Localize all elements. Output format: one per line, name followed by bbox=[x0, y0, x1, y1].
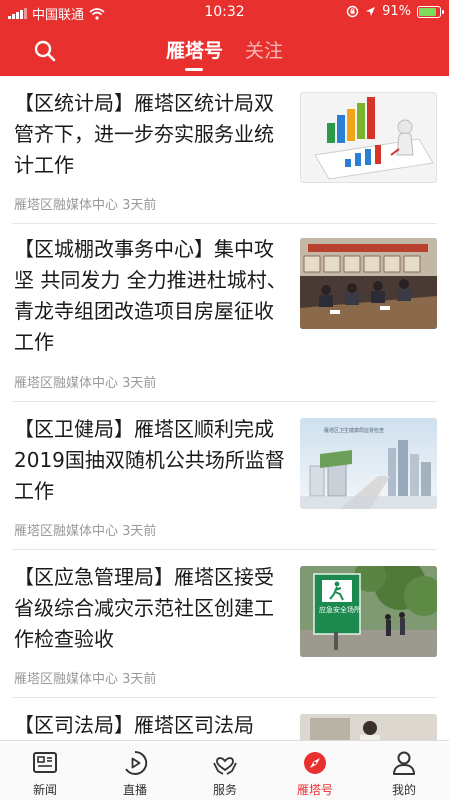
news-meta: 雁塔区融媒体中心 3天前 bbox=[14, 372, 156, 391]
news-source: 雁塔区融媒体中心 bbox=[14, 524, 119, 539]
emergency-shelter-sign-image[interactable]: 应急安全场所 bbox=[300, 566, 437, 657]
battery-percent: 91% bbox=[382, 4, 411, 19]
newspaper-icon bbox=[33, 752, 57, 773]
tabbar-label: 新闻 bbox=[32, 783, 57, 797]
news-feed: 【区统计局】雁塔区统计局双管齐下，进一步夯实服务业统计工作 雁塔区融媒体中心 3… bbox=[0, 76, 449, 740]
tabbar-item-live[interactable]: 直播 bbox=[90, 741, 180, 800]
tabbar-label: 直播 bbox=[122, 783, 147, 797]
news-time: 3天前 bbox=[122, 198, 157, 213]
news-title[interactable]: 【区统计局】雁塔区统计局双管齐下，进一步夯实服务业统计工作 bbox=[14, 88, 292, 181]
person-icon bbox=[393, 751, 415, 775]
news-title[interactable]: 【区卫健局】雁塔区顺利完成 2019国抽双随机公共场所监督工作 bbox=[14, 414, 292, 507]
tabbar-item-mine[interactable]: 我的 bbox=[359, 741, 449, 800]
news-title[interactable]: 【区司法局】雁塔区司法局 bbox=[14, 710, 292, 740]
news-meta: 雁塔区融媒体中心 3天前 bbox=[14, 668, 156, 687]
news-meta: 雁塔区融媒体中心 3天前 bbox=[14, 520, 156, 539]
news-time: 3天前 bbox=[122, 672, 157, 687]
news-meta: 雁塔区融媒体中心 3天前 bbox=[14, 194, 156, 213]
tab-follow[interactable]: 关注 bbox=[245, 36, 283, 71]
tabbar-label: 我的 bbox=[391, 783, 416, 797]
news-item[interactable]: 【区城棚改事务中心】集中攻坚 共同发力 全力推进杜城村、青龙寺组团改造项目房屋征… bbox=[0, 224, 449, 402]
app-header: 中国联通 10:32 91% 雁塔号 关注 bbox=[0, 0, 449, 76]
status-bar: 中国联通 10:32 91% bbox=[0, 0, 449, 26]
tabbar-item-service[interactable]: 服务 bbox=[180, 741, 270, 800]
news-time: 3天前 bbox=[122, 524, 157, 539]
tabbar-label: 雁塔号 bbox=[296, 783, 333, 797]
tabbar-label: 服务 bbox=[212, 783, 237, 797]
news-title[interactable]: 【区应急管理局】雁塔区接受省级综合减灾示范社区创建工作检查验收 bbox=[14, 562, 292, 655]
news-title[interactable]: 【区城棚改事务中心】集中攻坚 共同发力 全力推进杜城村、青龙寺组团改造项目房屋征… bbox=[14, 234, 292, 358]
play-circle-icon bbox=[125, 750, 148, 775]
news-item[interactable]: 【区卫健局】雁塔区顺利完成 2019国抽双随机公共场所监督工作 雁塔区融媒体中心… bbox=[0, 402, 449, 550]
meeting-room-image[interactable] bbox=[300, 238, 437, 329]
news-item[interactable]: 【区应急管理局】雁塔区接受省级综合减灾示范社区创建工作检查验收 雁塔区融媒体中心… bbox=[0, 550, 449, 698]
news-item[interactable]: 【区司法局】雁塔区司法局 bbox=[0, 698, 449, 740]
news-item[interactable]: 【区统计局】雁塔区统计局双管齐下，进一步夯实服务业统计工作 雁塔区融媒体中心 3… bbox=[0, 76, 449, 224]
shelter-sign-text: 应急安全场所 bbox=[319, 605, 361, 614]
bottom-tab-bar: 新闻 直播 服务 雁塔号 我的 bbox=[0, 740, 449, 800]
location-arrow-icon bbox=[366, 7, 376, 16]
office-image[interactable] bbox=[300, 714, 437, 740]
battery-icon bbox=[417, 5, 444, 18]
news-time: 3天前 bbox=[122, 376, 157, 391]
city-buildings-image[interactable]: 雁塔区卫生健康局监督检查 bbox=[300, 418, 437, 509]
news-source: 雁塔区融媒体中心 bbox=[14, 198, 119, 213]
tabbar-item-news[interactable]: 新闻 bbox=[0, 741, 90, 800]
news-source: 雁塔区融媒体中心 bbox=[14, 376, 119, 391]
top-nav: 雁塔号 关注 bbox=[0, 26, 449, 76]
statistics-chart-image[interactable] bbox=[300, 92, 437, 183]
tab-yantahao[interactable]: 雁塔号 bbox=[166, 36, 223, 71]
heart-hands-icon bbox=[213, 757, 237, 775]
orientation-lock-icon bbox=[346, 5, 359, 18]
compass-icon bbox=[304, 752, 326, 774]
tabbar-item-yantahao[interactable]: 雁塔号 bbox=[270, 741, 360, 800]
news-source: 雁塔区融媒体中心 bbox=[14, 672, 119, 687]
thumb-banner-text: 雁塔区卫生健康局监督检查 bbox=[324, 427, 384, 434]
